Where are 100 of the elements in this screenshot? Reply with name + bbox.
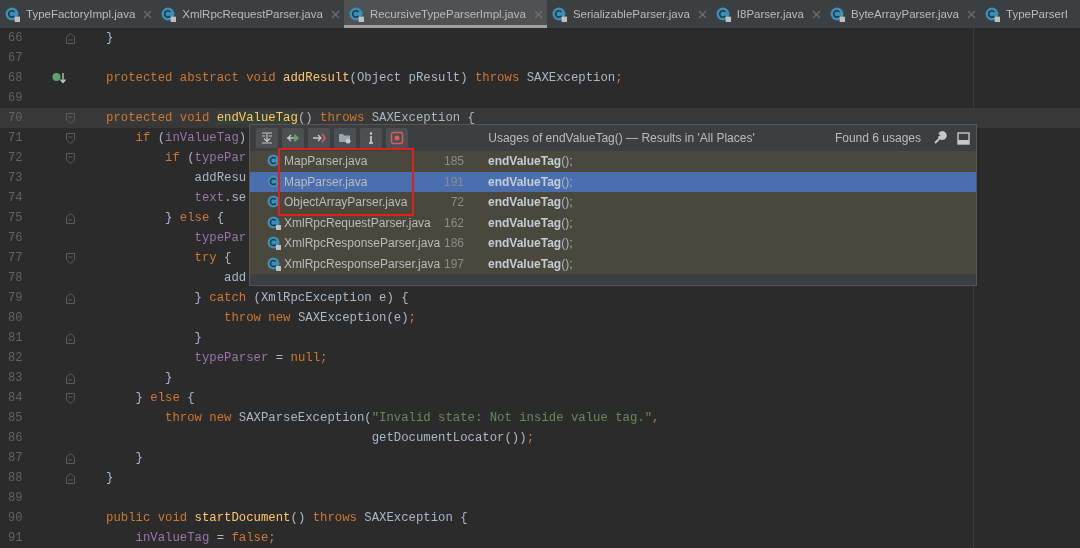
expand-all-button[interactable] <box>256 128 278 148</box>
editor-tab[interactable]: XmlRpcRequestParser.java <box>156 0 344 28</box>
fold-marker-icon[interactable] <box>65 32 75 44</box>
fold-marker-icon[interactable] <box>65 132 75 144</box>
code-line: } <box>106 31 114 45</box>
usage-row[interactable]: ObjectArrayParser.java 72 endValueTag(); <box>250 192 976 213</box>
line-number: 80 <box>7 311 23 325</box>
code-line: if (typePar <box>164 151 247 165</box>
code-line: public void startDocument() throws SAXException { <box>106 511 468 525</box>
class-file-icon <box>348 6 364 22</box>
info-button[interactable] <box>360 128 382 148</box>
file-name: MapParser.java <box>284 154 368 169</box>
line-number: 67 <box>7 51 23 65</box>
line-number: 197 <box>443 256 464 271</box>
class-file-icon <box>985 6 1000 22</box>
class-file-icon <box>830 6 845 22</box>
arrow-icon <box>286 131 300 145</box>
line-number: 83 <box>7 371 23 385</box>
close-icon[interactable] <box>812 9 821 19</box>
fold-marker-icon[interactable] <box>65 152 75 164</box>
line-number: 185 <box>443 154 464 169</box>
code-line: } <box>134 451 143 465</box>
file-name: XmlRpcRequestParser.java <box>284 215 431 230</box>
wrench-icon[interactable] <box>933 131 947 145</box>
line-number: 77 <box>7 251 23 265</box>
close-icon[interactable] <box>533 9 543 19</box>
editor-tab[interactable]: SerializableParser.java <box>546 0 711 28</box>
file-name: XmlRpcResponseParser.java <box>284 256 441 271</box>
line-number: 81 <box>7 331 23 345</box>
usage-count: Found 6 usages <box>834 131 921 145</box>
code-line: try { <box>193 251 232 265</box>
editor-tab[interactable]: I8Parser.java <box>710 0 825 28</box>
editor-tab[interactable]: RecursiveTypeParserImpl.java <box>343 0 547 28</box>
line-number: 162 <box>443 215 464 230</box>
expand-icon <box>260 131 274 145</box>
code-line: typePar <box>193 231 247 245</box>
code-line: throw new SAXParseException("Invalid state: Not inside value tag.", <box>164 411 660 425</box>
line-number: 73 <box>7 171 23 185</box>
code-line: typeParser = null; <box>193 351 328 365</box>
line-number: 87 <box>7 451 23 465</box>
fold-marker-icon[interactable] <box>65 452 75 464</box>
pin-window-icon[interactable] <box>957 131 970 145</box>
editor-tab[interactable]: TypeParserI <box>980 0 1072 28</box>
editor-tab[interactable]: ByteArrayParser.java <box>825 0 980 28</box>
fold-marker-icon[interactable] <box>65 392 75 404</box>
close-icon[interactable] <box>330 9 340 19</box>
line-number: 66 <box>7 31 23 45</box>
usage-row[interactable]: MapParser.java 185 endValueTag(); <box>250 151 976 172</box>
code-line: } else { <box>134 391 195 405</box>
usage-row[interactable]: XmlRpcResponseParser.java 186 endValueTag(); <box>250 233 976 254</box>
close-icon[interactable] <box>143 9 153 19</box>
usage-code: endValueTag(); <box>488 154 573 169</box>
usage-row[interactable]: XmlRpcResponseParser.java 197 endValueTag(); <box>250 253 976 274</box>
class-file-icon <box>161 6 177 22</box>
file-name: XmlRpcResponseParser.java <box>284 236 441 251</box>
settings-icon <box>390 131 404 145</box>
folder-icon <box>338 131 352 145</box>
usage-code: endValueTag(); <box>488 174 573 189</box>
code-line: } else { <box>164 211 225 225</box>
line-number: 72 <box>450 195 464 210</box>
line-number: 79 <box>7 291 23 305</box>
usage-code: endValueTag(); <box>488 256 573 271</box>
line-number: 82 <box>7 351 23 365</box>
line-number: 69 <box>7 91 23 105</box>
fold-marker-icon[interactable] <box>65 332 75 344</box>
fold-marker-icon[interactable] <box>65 372 75 384</box>
line-number: 71 <box>7 131 23 145</box>
group-by-folder-button[interactable] <box>334 128 356 148</box>
previous-occurrence-button[interactable] <box>308 128 330 148</box>
code-line: } catch (XmlRpcException e) { <box>193 291 409 305</box>
settings-button[interactable] <box>386 128 408 148</box>
fold-marker-icon[interactable] <box>65 212 75 224</box>
fold-marker-icon[interactable] <box>65 252 75 264</box>
code-line: addResu <box>193 171 247 185</box>
line-number: 76 <box>7 231 23 245</box>
line-number: 84 <box>7 391 23 405</box>
class-file-icon <box>551 6 567 22</box>
fold-marker-icon[interactable] <box>65 112 75 124</box>
line-number: 72 <box>7 151 23 165</box>
code-line: } <box>193 331 202 345</box>
line-number: 78 <box>7 271 23 285</box>
implemented-marker-icon[interactable] <box>52 72 66 84</box>
code-line: text.se <box>193 191 247 205</box>
line-number: 89 <box>7 491 23 505</box>
line-number: 85 <box>7 411 23 425</box>
class-file-icon <box>715 6 731 22</box>
fold-marker-icon[interactable] <box>65 292 75 304</box>
usage-row[interactable]: MapParser.java 191 endValueTag(); <box>250 171 976 192</box>
close-icon[interactable] <box>697 9 707 19</box>
usage-code: endValueTag(); <box>488 215 573 230</box>
file-name: ObjectArrayParser.java <box>284 195 408 210</box>
next-occurrence-button[interactable] <box>282 128 304 148</box>
editor-tab[interactable]: TypeFactoryImpl.java <box>0 0 157 28</box>
fold-marker-icon[interactable] <box>65 472 75 484</box>
close-icon[interactable] <box>967 9 976 19</box>
code-line: protected void endValueTag() throws SAXException { <box>106 111 475 125</box>
usage-code: endValueTag(); <box>488 236 573 251</box>
line-number: 91 <box>7 531 23 545</box>
file-name: MapParser.java <box>284 174 368 189</box>
line-number: 88 <box>7 471 23 485</box>
